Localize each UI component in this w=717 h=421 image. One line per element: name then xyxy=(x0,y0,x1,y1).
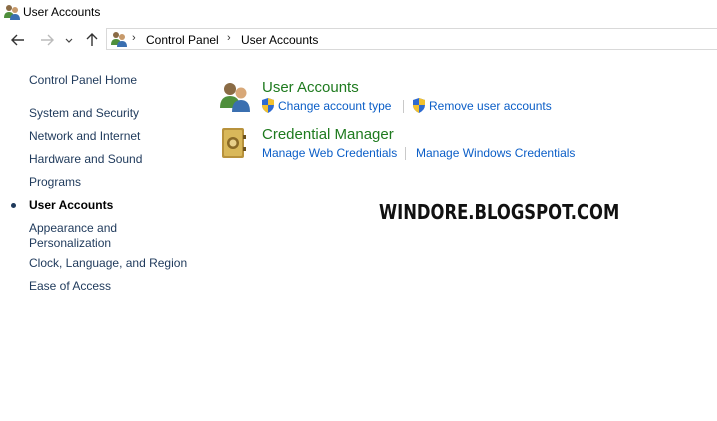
sidebar-item-programs[interactable]: Programs xyxy=(29,175,81,190)
current-page-bullet-icon xyxy=(11,203,16,208)
users-icon xyxy=(4,5,20,20)
sidebar-item-network-and-internet[interactable]: Network and Internet xyxy=(29,129,140,144)
sidebar-item-user-accounts: User Accounts xyxy=(29,198,114,212)
breadcrumb-user-accounts[interactable]: User Accounts xyxy=(241,33,318,47)
link-divider xyxy=(405,147,406,160)
manage-windows-credentials-link[interactable]: Manage Windows Credentials xyxy=(416,146,575,160)
section-title-credential-manager[interactable]: Credential Manager xyxy=(262,126,394,143)
forward-button[interactable] xyxy=(39,32,55,48)
breadcrumb-control-panel[interactable]: Control Panel xyxy=(146,33,219,47)
recent-locations-button[interactable] xyxy=(64,32,74,48)
arrow-up-icon xyxy=(86,33,98,46)
sidebar-item-clock-language-region[interactable]: Clock, Language, and Region xyxy=(29,256,187,271)
manage-web-credentials-link[interactable]: Manage Web Credentials xyxy=(262,146,397,160)
breadcrumb-separator-icon[interactable]: › xyxy=(132,32,136,44)
remove-user-accounts-link[interactable]: Remove user accounts xyxy=(429,99,552,113)
navigation-bar: › Control Panel › User Accounts xyxy=(0,26,717,54)
breadcrumb-separator-icon[interactable]: › xyxy=(227,32,231,44)
watermark-text: WINDORE.BLOGSPOT.COM xyxy=(379,200,620,224)
sidebar-item-appearance-line1[interactable]: Appearance and xyxy=(29,221,117,236)
sidebar-item-system-and-security[interactable]: System and Security xyxy=(29,106,139,121)
vault-icon[interactable] xyxy=(221,127,247,159)
link-divider xyxy=(403,100,404,113)
section-title-user-accounts[interactable]: User Accounts xyxy=(262,79,359,96)
up-button[interactable] xyxy=(84,32,100,48)
arrow-right-icon xyxy=(41,34,54,46)
uac-shield-icon xyxy=(262,98,274,113)
arrow-left-icon xyxy=(11,34,24,46)
sidebar-item-ease-of-access[interactable]: Ease of Access xyxy=(29,279,111,294)
window-title: User Accounts xyxy=(23,5,101,19)
sidebar-item-appearance-line2[interactable]: Personalization xyxy=(29,236,111,251)
title-bar: User Accounts xyxy=(0,0,717,26)
chevron-down-icon xyxy=(65,38,73,43)
back-button[interactable] xyxy=(10,32,26,48)
change-account-type-link[interactable]: Change account type xyxy=(278,99,391,113)
uac-shield-icon xyxy=(413,98,425,113)
users-icon xyxy=(111,32,127,47)
address-bar[interactable]: › Control Panel › User Accounts xyxy=(106,28,717,50)
sidebar-item-hardware-and-sound[interactable]: Hardware and Sound xyxy=(29,152,142,167)
users-icon[interactable] xyxy=(219,80,251,112)
sidebar-item-control-panel-home[interactable]: Control Panel Home xyxy=(29,73,137,88)
